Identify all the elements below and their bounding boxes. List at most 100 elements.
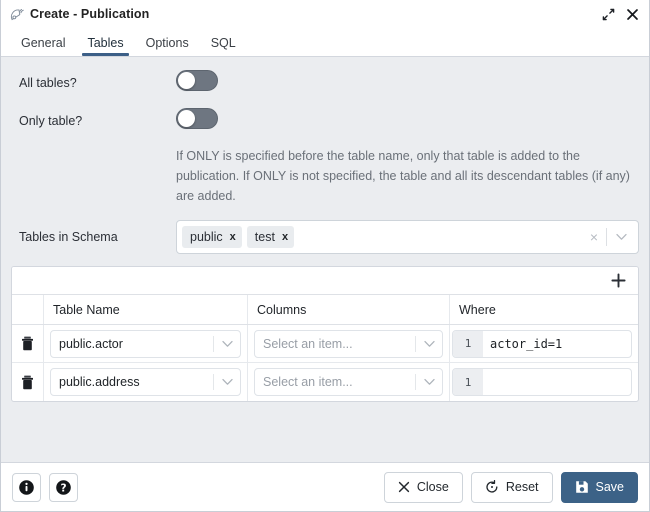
chevron-down-glyph: [616, 233, 627, 241]
create-publication-dialog: Create - Publication General Tables Opti…: [0, 0, 650, 512]
only-table-row: Only table?: [11, 107, 639, 135]
dialog-footer: ? Close Reset Save: [1, 462, 649, 511]
window-title: Create - Publication: [30, 7, 149, 21]
grid-cell-table-name: public.address: [44, 363, 248, 401]
grid-cell-where: 1: [450, 363, 638, 401]
tab-tables[interactable]: Tables: [76, 36, 134, 56]
grid-header-delete-col: [12, 295, 44, 324]
close-button-label: Close: [417, 480, 449, 494]
question-mark-icon: ?: [55, 479, 72, 496]
title-bar: Create - Publication: [1, 0, 649, 28]
toggle-knob: [178, 110, 195, 127]
chevron-down-icon[interactable]: [214, 378, 240, 386]
schema-chip-test[interactable]: test x: [247, 226, 294, 248]
grid-header-row: Table Name Columns Where: [12, 295, 638, 325]
close-icon: [398, 481, 410, 493]
only-table-field: [176, 108, 639, 134]
chevron-down-icon[interactable]: [607, 233, 635, 241]
grid-header-columns: Columns: [248, 295, 450, 324]
where-code-editor[interactable]: 1: [452, 368, 632, 396]
trash-icon[interactable]: [21, 336, 34, 351]
tables-panel: All tables? Only table? If ONLY is speci…: [1, 57, 649, 462]
all-tables-label: All tables?: [11, 76, 176, 90]
grid-cell-columns: Select an item...: [248, 325, 450, 362]
tables-in-schema-row: Tables in Schema public x test x: [11, 220, 639, 254]
columns-placeholder: Select an item...: [255, 375, 415, 389]
chevron-down-glyph: [222, 340, 233, 348]
title-bar-left: Create - Publication: [10, 7, 602, 22]
column-header-label: Columns: [257, 303, 306, 317]
table-name-value: public.address: [51, 375, 213, 389]
expand-icon[interactable]: [602, 8, 615, 21]
trash-icon[interactable]: [21, 375, 34, 390]
chevron-down-glyph: [424, 340, 435, 348]
plus-glyph: [611, 273, 626, 288]
column-header-label: Table Name: [53, 303, 120, 317]
table-row: public.actor Select an item...: [12, 325, 638, 363]
save-button-label: Save: [596, 480, 625, 494]
grid-cell-where: 1 actor_id=1: [450, 325, 638, 362]
grid-cell-delete: [12, 325, 44, 362]
window-controls: [602, 8, 639, 21]
table-row: public.address Select an item...: [12, 363, 638, 401]
grid-cell-table-name: public.actor: [44, 325, 248, 362]
all-tables-toggle[interactable]: [176, 70, 218, 91]
only-table-help-text: If ONLY is specified before the table na…: [176, 147, 639, 206]
selected-schema-chips: public x test x: [182, 226, 578, 248]
line-number: 1: [453, 369, 483, 395]
info-button[interactable]: [12, 473, 41, 502]
tables-in-schema-multiselect[interactable]: public x test x ×: [176, 220, 639, 254]
grid-cell-columns: Select an item...: [248, 363, 450, 401]
chevron-down-icon[interactable]: [214, 340, 240, 348]
chevron-down-icon[interactable]: [416, 378, 442, 386]
reset-button-label: Reset: [506, 480, 539, 494]
table-name-select[interactable]: public.actor: [50, 330, 241, 358]
plus-icon[interactable]: [611, 273, 626, 288]
tables-in-schema-field: public x test x ×: [176, 220, 639, 254]
all-tables-row: All tables?: [11, 69, 639, 97]
tab-options[interactable]: Options: [135, 36, 200, 56]
grid-toolbar: [12, 267, 638, 295]
chip-label: test: [255, 230, 275, 244]
tables-grid: Table Name Columns Where: [11, 266, 639, 402]
schema-chip-public[interactable]: public x: [182, 226, 242, 248]
satellite-dish-icon: [10, 7, 25, 22]
chevron-down-glyph: [222, 378, 233, 386]
line-number: 1: [453, 331, 483, 357]
only-table-toggle[interactable]: [176, 108, 218, 129]
tables-in-schema-label: Tables in Schema: [11, 230, 176, 244]
grid-header-table-name: Table Name: [44, 295, 248, 324]
help-button[interactable]: ?: [49, 473, 78, 502]
where-code-editor[interactable]: 1 actor_id=1: [452, 330, 632, 358]
where-expression[interactable]: actor_id=1: [483, 331, 631, 357]
close-button[interactable]: Close: [384, 472, 463, 503]
clear-icon[interactable]: ×: [582, 230, 606, 244]
chevron-down-glyph: [424, 378, 435, 386]
close-icon[interactable]: [626, 8, 639, 21]
all-tables-field: [176, 70, 639, 96]
info-icon: [18, 479, 35, 496]
table-name-value: public.actor: [51, 337, 213, 351]
columns-select[interactable]: Select an item...: [254, 368, 443, 396]
column-header-label: Where: [459, 303, 496, 317]
columns-select[interactable]: Select an item...: [254, 330, 443, 358]
reset-button[interactable]: Reset: [471, 472, 553, 503]
chevron-down-icon[interactable]: [416, 340, 442, 348]
chip-remove-icon[interactable]: x: [230, 232, 236, 243]
grid-header-where: Where: [450, 295, 638, 324]
chip-label: public: [190, 230, 223, 244]
grid-cell-delete: [12, 363, 44, 401]
multiselect-actions: ×: [582, 228, 635, 246]
tab-sql[interactable]: SQL: [200, 36, 247, 56]
where-expression[interactable]: [483, 369, 631, 395]
table-name-select[interactable]: public.address: [50, 368, 241, 396]
only-table-label: Only table?: [11, 114, 176, 128]
chip-remove-icon[interactable]: x: [282, 232, 288, 243]
reset-icon: [485, 480, 499, 494]
save-button[interactable]: Save: [561, 472, 639, 503]
only-table-help-wrap: If ONLY is specified before the table na…: [11, 145, 639, 220]
save-icon: [575, 480, 589, 494]
tab-general[interactable]: General: [10, 36, 76, 56]
help-indent-spacer: [11, 145, 176, 220]
tab-bar: General Tables Options SQL: [1, 28, 649, 57]
